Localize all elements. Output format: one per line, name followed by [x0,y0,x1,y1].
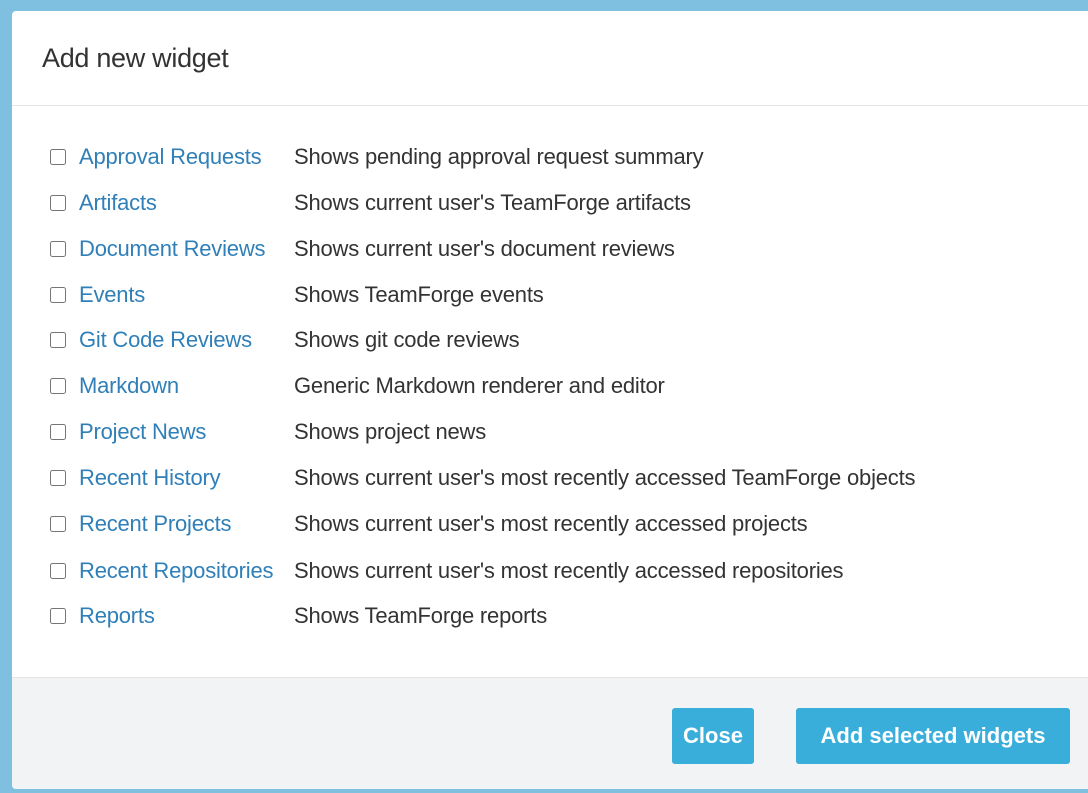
widget-description: Shows pending approval request summary [294,144,704,169]
close-button[interactable]: Close [672,708,754,764]
widget-checkbox[interactable] [50,332,66,348]
widget-description: Generic Markdown renderer and editor [294,373,665,398]
widget-name-link[interactable]: Markdown [79,373,179,399]
widget-row-recent-history: Recent History Shows current user's most… [12,458,1088,498]
widget-name-link[interactable]: Recent Projects [79,511,231,537]
dialog-header: Add new widget [12,11,1088,106]
widget-checkbox[interactable] [50,378,66,394]
widget-description: Shows TeamForge events [294,282,544,307]
widget-checkbox[interactable] [50,195,66,211]
widget-name-link[interactable]: Document Reviews [79,236,266,262]
widget-row-approval-requests: Approval Requests Shows pending approval… [12,137,1088,177]
widget-description: Shows current user's TeamForge artifacts [294,190,691,215]
widget-name-link[interactable]: Approval Requests [79,144,262,170]
widget-checkbox[interactable] [50,470,66,486]
widget-name-link[interactable]: Events [79,282,145,308]
widget-row-git-code-reviews: Git Code Reviews Shows git code reviews [12,320,1088,360]
widget-checkbox[interactable] [50,241,66,257]
widget-name-link[interactable]: Artifacts [79,190,157,216]
widget-checkbox[interactable] [50,563,66,579]
widget-description: Shows current user's most recently acces… [294,465,916,490]
widget-row-markdown: Markdown Generic Markdown renderer and e… [12,366,1088,406]
widget-name-link[interactable]: Recent History [79,465,221,491]
widget-row-project-news: Project News Shows project news [12,412,1088,452]
widget-row-document-reviews: Document Reviews Shows current user's do… [12,229,1088,269]
widget-checkbox[interactable] [50,149,66,165]
add-selected-widgets-button[interactable]: Add selected widgets [796,708,1070,764]
widget-name-link[interactable]: Git Code Reviews [79,327,252,353]
widget-description: Shows current user's document reviews [294,236,675,261]
widget-name-link[interactable]: Project News [79,419,206,445]
widget-description: Shows current user's most recently acces… [294,558,844,583]
widget-row-recent-repositories: Recent Repositories Shows current user's… [12,551,1088,591]
add-widget-dialog: Add new widget Approval Requests Shows p… [12,11,1088,789]
widget-name-link[interactable]: Reports [79,603,155,629]
widget-checkbox[interactable] [50,287,66,303]
dialog-footer: Close Add selected widgets [12,677,1088,789]
widget-row-reports: Reports Shows TeamForge reports [12,596,1088,636]
widget-checkbox[interactable] [50,608,66,624]
dialog-body: Approval Requests Shows pending approval… [12,106,1088,677]
dialog-title: Add new widget [42,42,229,73]
widget-description: Shows TeamForge reports [294,603,547,628]
widget-row-recent-projects: Recent Projects Shows current user's mos… [12,504,1088,544]
widget-description: Shows git code reviews [294,327,520,352]
widget-checkbox[interactable] [50,516,66,532]
widget-name-link[interactable]: Recent Repositories [79,558,273,584]
widget-description: Shows current user's most recently acces… [294,511,808,536]
widget-checkbox[interactable] [50,424,66,440]
widget-row-artifacts: Artifacts Shows current user's TeamForge… [12,183,1088,223]
widget-row-events: Events Shows TeamForge events [12,275,1088,315]
widget-description: Shows project news [294,419,487,444]
